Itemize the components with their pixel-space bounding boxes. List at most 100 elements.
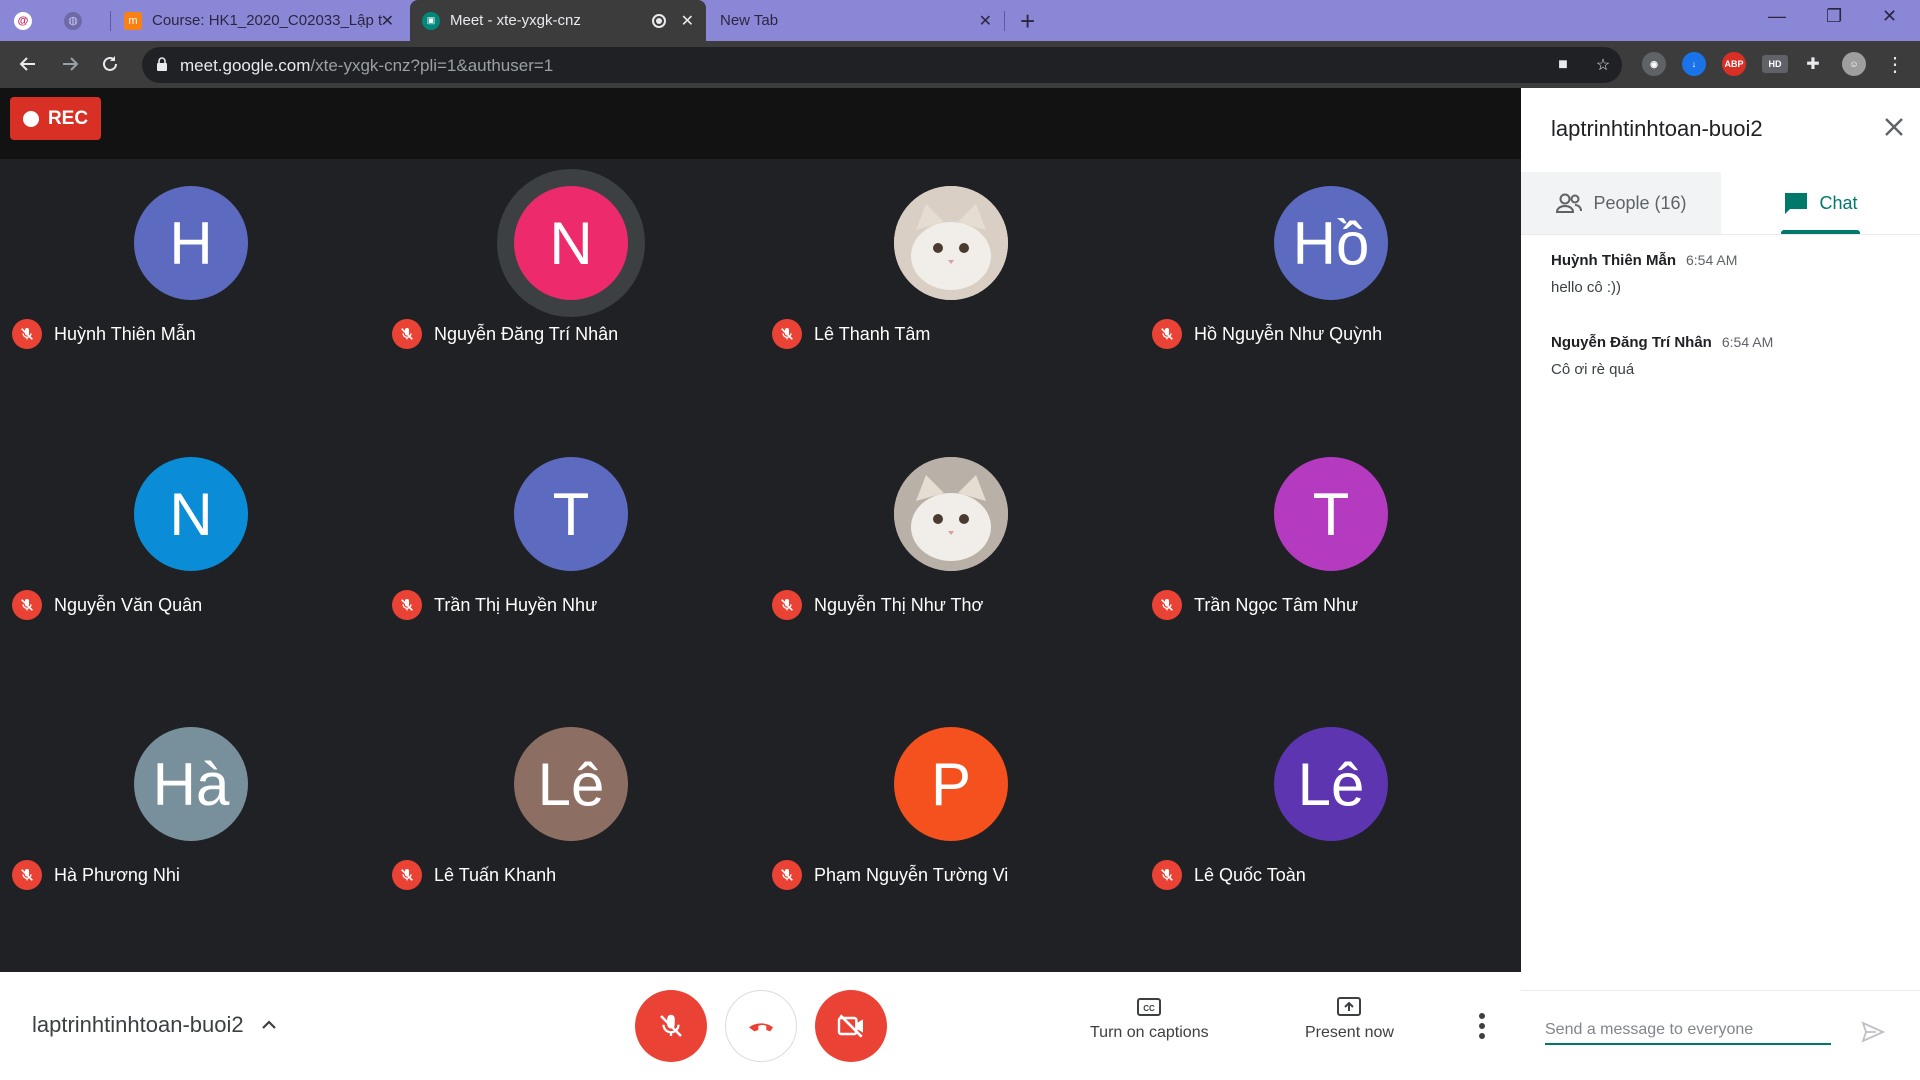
present-screen-icon xyxy=(1337,997,1362,1016)
participant-photo xyxy=(894,457,1008,571)
side-panel: laptrinhtinhtoan-buoi2 People (16) Chat … xyxy=(1521,88,1920,1080)
meeting-details-button[interactable]: laptrinhtinhtoan-buoi2 xyxy=(32,1012,278,1038)
participant-avatar: Lê xyxy=(514,727,628,841)
window-close-button[interactable]: ✕ xyxy=(1882,6,1897,27)
puzzle-icon[interactable]: ✚ xyxy=(1802,53,1824,75)
tab-new[interactable]: New Tab ✕ xyxy=(706,0,1004,41)
participant-tile[interactable]: N Nguyễn Văn Quân xyxy=(0,430,380,700)
message-text: Cô ơi rè quá xyxy=(1551,361,1635,378)
participant-name-row: Lê Thanh Tâm xyxy=(772,319,930,349)
participant-avatar: Lê xyxy=(1274,727,1388,841)
star-icon[interactable]: ☆ xyxy=(1592,54,1614,76)
tab-meet[interactable]: ▣ Meet - xte-yxgk-cnz ✕ xyxy=(410,0,706,41)
participant-tile[interactable]: Lê Thanh Tâm xyxy=(760,159,1140,429)
tab-chat-label: Chat xyxy=(1819,192,1858,213)
participant-name-row: Nguyễn Văn Quân xyxy=(12,590,202,620)
participant-name: Hồ Nguyễn Như Quỳnh xyxy=(1194,323,1383,344)
screen-record-icon[interactable]: ◉ xyxy=(1642,52,1666,76)
participant-avatar: T xyxy=(514,457,628,571)
captions-button[interactable]: CC Turn on captions xyxy=(1090,996,1209,1042)
tab-chat[interactable]: Chat xyxy=(1721,172,1920,234)
close-icon[interactable]: ✕ xyxy=(381,11,394,31)
tab-people-label: People (16) xyxy=(1593,192,1687,213)
recording-strip: REC xyxy=(0,88,1521,159)
mic-off-icon xyxy=(772,319,802,349)
participant-name: Trần Thị Huyền Như xyxy=(434,594,598,615)
participant-avatar: N xyxy=(514,186,628,300)
rec-badge: REC xyxy=(10,97,101,140)
captions-label: Turn on captions xyxy=(1090,1024,1209,1041)
participant-tile[interactable]: P Phạm Nguyễn Tường Vi xyxy=(760,700,1140,970)
participant-avatar: Hà xyxy=(134,727,248,841)
mic-off-icon xyxy=(1152,860,1182,890)
browser-toolbar: meet.google.com/xte-yxgk-cnz?pli=1&authu… xyxy=(0,41,1920,88)
new-tab-button[interactable]: + xyxy=(1020,6,1035,37)
tab-pinned-2[interactable]: ◍ xyxy=(64,0,108,41)
address-bar[interactable]: meet.google.com/xte-yxgk-cnz?pli=1&authu… xyxy=(142,47,1622,83)
participant-name: Lê Quốc Toàn xyxy=(1194,864,1306,885)
meet-bottom-bar: laptrinhtinhtoan-buoi2 CC Turn on captio… xyxy=(0,972,1521,1080)
participant-name-row: Hồ Nguyễn Như Quỳnh xyxy=(1152,319,1382,349)
restore-button[interactable]: ❐ xyxy=(1826,6,1842,27)
participant-name: Hà Phương Nhi xyxy=(54,864,180,885)
arrow-right-icon xyxy=(63,57,79,71)
participant-tile[interactable]: T Trần Ngọc Tâm Như xyxy=(1140,430,1520,700)
participant-tile[interactable]: Lê Lê Tuấn Khanh xyxy=(380,700,760,970)
message-time: 6:54 AM xyxy=(1686,252,1738,268)
lock-icon xyxy=(157,57,167,71)
participant-tile[interactable]: T Trần Thị Huyền Như xyxy=(380,430,760,700)
participant-tile[interactable]: N Nguyễn Đăng Trí Nhân xyxy=(380,159,760,429)
participant-tile[interactable]: Hà Hà Phương Nhi xyxy=(0,700,380,970)
tab-people[interactable]: People (16) xyxy=(1521,172,1721,234)
camera-toggle-button[interactable] xyxy=(815,990,887,1062)
back-button[interactable] xyxy=(14,50,42,78)
chevron-up-icon xyxy=(261,1020,276,1029)
camera-indicator-icon[interactable]: ■ xyxy=(1552,54,1574,76)
participant-avatar: N xyxy=(134,457,248,571)
hd-icon[interactable]: HD xyxy=(1762,55,1788,73)
cat-photo-icon xyxy=(894,457,1008,571)
participant-tile[interactable]: Lê Lê Quốc Toàn xyxy=(1140,700,1520,970)
present-label: Present now xyxy=(1305,1024,1394,1041)
participant-tile[interactable]: Nguyễn Thị Như Thơ xyxy=(760,430,1140,700)
record-dot-icon xyxy=(22,110,39,127)
panel-title: laptrinhtinhtoan-buoi2 xyxy=(1551,116,1763,141)
participant-name: Nguyễn Đăng Trí Nhân xyxy=(434,323,619,344)
tab-new-title: New Tab xyxy=(720,12,779,29)
url-text: meet.google.com/xte-yxgk-cnz?pli=1&authu… xyxy=(180,56,553,76)
svg-text:CC: CC xyxy=(1144,1004,1156,1013)
minimize-button[interactable]: — xyxy=(1768,6,1786,27)
tab-pinned-1[interactable]: @ xyxy=(14,0,64,41)
reload-button[interactable] xyxy=(96,50,124,78)
abp-icon[interactable]: ABP xyxy=(1722,52,1746,76)
participant-tile[interactable]: H Huỳnh Thiên Mẫn xyxy=(0,159,380,429)
participant-tile[interactable]: Hồ Hồ Nguyễn Như Quỳnh xyxy=(1140,159,1520,429)
more-options-icon[interactable] xyxy=(1470,1006,1494,1046)
forward-button[interactable] xyxy=(56,50,84,78)
close-icon[interactable] xyxy=(1883,116,1905,138)
participant-name-row: Lê Tuấn Khanh xyxy=(392,860,556,890)
leave-call-button[interactable] xyxy=(725,990,797,1062)
send-icon[interactable] xyxy=(1861,1021,1885,1043)
participant-avatar: T xyxy=(1274,457,1388,571)
close-icon[interactable]: ✕ xyxy=(681,11,694,31)
message-sender: Huỳnh Thiên Mẫn xyxy=(1551,252,1676,269)
participant-name: Huỳnh Thiên Mẫn xyxy=(54,323,196,344)
participant-name-row: Nguyễn Đăng Trí Nhân xyxy=(392,319,618,349)
close-icon[interactable]: ✕ xyxy=(979,11,992,31)
participant-name: Nguyễn Văn Quân xyxy=(54,594,203,615)
chat-message-input[interactable] xyxy=(1545,1017,1831,1045)
present-now-button[interactable]: Present now xyxy=(1305,996,1394,1042)
download-icon[interactable]: ↓ xyxy=(1682,52,1706,76)
chat-message: Nguyễn Đăng Trí Nhân 6:54 AM Cô ơi rè quá xyxy=(1551,334,1773,378)
browser-menu-icon[interactable]: ⋮ xyxy=(1884,53,1906,76)
meet-icon: ▣ xyxy=(422,11,440,30)
participant-name-row: Huỳnh Thiên Mẫn xyxy=(12,319,196,349)
chat-icon xyxy=(1785,193,1808,214)
participant-name-row: Lê Quốc Toàn xyxy=(1152,860,1306,890)
tab-course[interactable]: m Course: HK1_2020_C02033_Lập t ✕ xyxy=(116,0,406,41)
arrow-left-icon xyxy=(19,57,35,71)
profile-avatar[interactable]: ☺ xyxy=(1842,52,1866,76)
mic-toggle-button[interactable] xyxy=(635,990,707,1062)
meeting-name: laptrinhtinhtoan-buoi2 xyxy=(32,1012,244,1037)
